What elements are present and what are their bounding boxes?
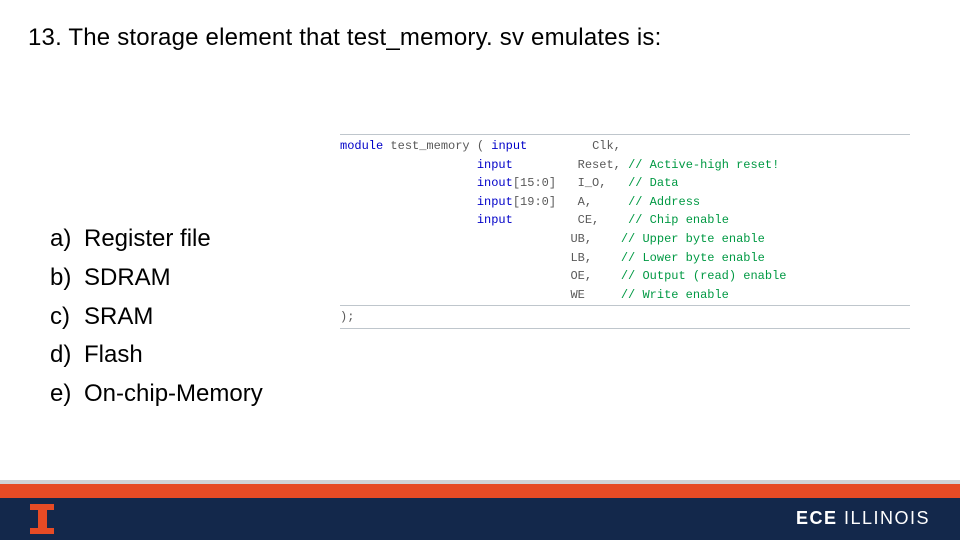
answer-options: a) Register file b) SDRAM c) SRAM d) Fla…	[50, 222, 263, 416]
code-rule	[340, 305, 910, 306]
code-line: UB, // Upper byte enable	[340, 230, 910, 249]
code-line: OE, // Output (read) enable	[340, 267, 910, 286]
option-a: a) Register file	[50, 222, 263, 257]
code-rule	[340, 134, 910, 135]
code-rule	[340, 328, 910, 329]
code-line: module test_memory ( input Clk,	[340, 137, 910, 156]
footer-bar: ECE ILLINOIS	[0, 498, 960, 540]
footer: ECE ILLINOIS	[0, 480, 960, 540]
option-text: SDRAM	[84, 261, 171, 296]
code-line: input[19:0] A, // Address	[340, 193, 910, 212]
code-line: input CE, // Chip enable	[340, 211, 910, 230]
code-line: LB, // Lower byte enable	[340, 249, 910, 268]
code-line: inout[15:0] I_O, // Data	[340, 174, 910, 193]
option-c: c) SRAM	[50, 300, 263, 335]
code-line: );	[340, 308, 910, 327]
slide: 13. The storage element that test_memory…	[0, 0, 960, 540]
option-letter: e)	[50, 377, 84, 412]
illinois-logo-icon	[30, 504, 54, 534]
footer-accent	[0, 484, 960, 498]
option-text: SRAM	[84, 300, 153, 335]
option-e: e) On-chip-Memory	[50, 377, 263, 412]
question-text: 13. The storage element that test_memory…	[28, 24, 661, 52]
option-text: Register file	[84, 222, 211, 257]
option-letter: c)	[50, 300, 84, 335]
code-line: input Reset, // Active-high reset!	[340, 156, 910, 175]
option-letter: b)	[50, 261, 84, 296]
option-text: On-chip-Memory	[84, 377, 263, 412]
option-b: b) SDRAM	[50, 261, 263, 296]
option-letter: a)	[50, 222, 84, 257]
option-letter: d)	[50, 338, 84, 373]
option-d: d) Flash	[50, 338, 263, 373]
option-text: Flash	[84, 338, 143, 373]
footer-brand: ECE ILLINOIS	[796, 508, 930, 529]
code-line: WE // Write enable	[340, 286, 910, 305]
code-snippet: module test_memory ( input Clk, input Re…	[340, 133, 910, 331]
